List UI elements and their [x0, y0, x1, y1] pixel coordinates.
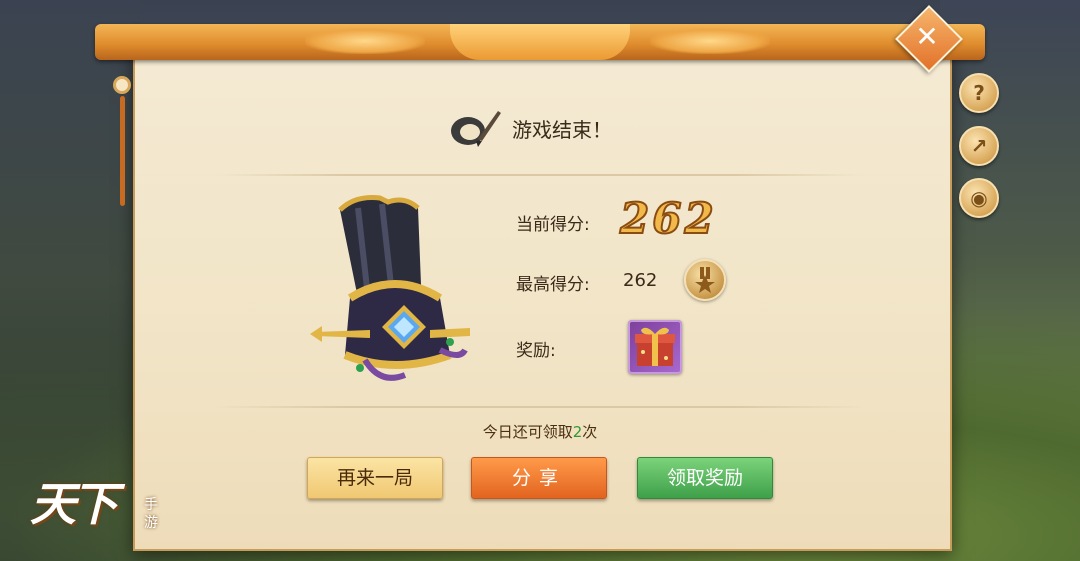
- tassel-decoration: [113, 60, 131, 206]
- current-score-value: 262: [619, 193, 717, 244]
- remaining-suffix: 次: [582, 423, 598, 441]
- header-ornament-left: [305, 28, 425, 54]
- best-score-value: 262: [623, 270, 658, 291]
- question-icon: ?: [973, 81, 985, 105]
- brush-icon: [451, 111, 501, 147]
- share-button[interactable]: 分享: [471, 457, 607, 499]
- reward-label: 奖励:: [516, 341, 556, 361]
- medal-icon[interactable]: [684, 259, 726, 301]
- header-ornament-center: [450, 24, 630, 60]
- help-button[interactable]: ?: [959, 73, 999, 113]
- divider-bottom: [215, 406, 865, 408]
- view-button[interactable]: ◉: [959, 178, 999, 218]
- header-ornament-right: [650, 28, 770, 54]
- dialog-header-bar: [95, 24, 985, 60]
- divider-top: [215, 174, 865, 176]
- eye-icon: ◉: [970, 186, 988, 210]
- share-icon: ↗: [970, 134, 988, 158]
- best-score-label: 最高得分:: [516, 275, 590, 295]
- share-side-button[interactable]: ↗: [959, 126, 999, 166]
- logo-title: 天下: [30, 477, 118, 531]
- current-score-label: 当前得分:: [516, 215, 590, 235]
- star-medal-icon: [695, 267, 715, 293]
- remaining-count: 2: [572, 423, 583, 441]
- close-icon[interactable]: ✕: [905, 15, 949, 59]
- tassel-rope: [120, 96, 125, 206]
- page-title: 游戏结束！: [512, 117, 612, 142]
- claim-reward-button[interactable]: 领取奖励: [637, 457, 773, 499]
- game-logo: 天下 手游: [30, 468, 170, 548]
- dialog-title: 游戏结束！: [448, 105, 612, 151]
- remaining-prefix: 今日还可领取: [482, 423, 573, 441]
- remaining-claims-text: 今日还可领取2次: [0, 421, 1080, 442]
- gift-box-icon: [635, 327, 675, 366]
- logo-subtitle: 手游: [144, 497, 158, 531]
- gift-box-reward[interactable]: [628, 320, 682, 374]
- tassel-ring: [113, 76, 131, 94]
- hat-reward-image: [310, 195, 470, 381]
- replay-button[interactable]: 再来一局: [307, 457, 443, 499]
